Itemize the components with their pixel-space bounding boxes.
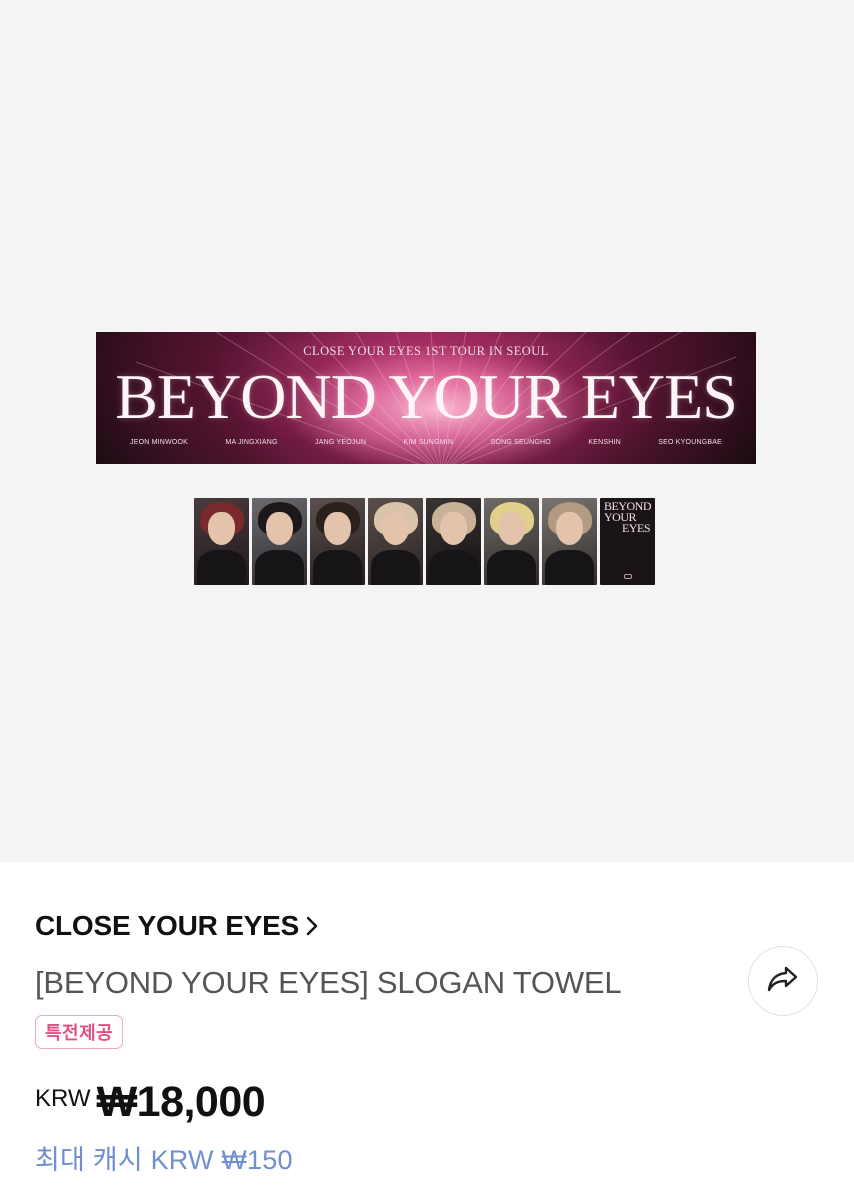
share-button[interactable] [748, 946, 818, 1016]
photocard-outfit [371, 550, 420, 585]
price-amount: ₩18,000 [96, 1078, 266, 1126]
photocard [426, 498, 481, 585]
member-name: JANG YEOJUN [315, 439, 367, 446]
cash-reward: 최대 캐시 KRW ₩150 [35, 1145, 293, 1175]
photocard [484, 498, 539, 585]
photocard-face [208, 512, 235, 545]
slogan-towel-image: CLOSE YOUR EYES 1ST TOUR IN SEOUL BEYOND… [96, 332, 756, 464]
towel-subtitle: CLOSE YOUR EYES 1ST TOUR IN SEOUL [303, 344, 549, 358]
towel-member-names: JEON MINWOOK MA JINGXIANG JANG YEOJUN KI… [130, 439, 722, 446]
photocard-face [498, 512, 525, 545]
photocard-face [266, 512, 293, 545]
photocard-face [324, 512, 351, 545]
benefit-badge: 특전제공 [35, 1015, 124, 1049]
member-name: SEO KYOUNGBAE [658, 439, 722, 446]
cover-text: EYES [622, 521, 651, 535]
photocard [252, 498, 307, 585]
photocard-set: BEYOND YOUR EYES [194, 498, 655, 585]
photocard [310, 498, 365, 585]
photocard [542, 498, 597, 585]
price-currency: KRW [35, 1085, 91, 1112]
member-name: JEON MINWOOK [130, 439, 189, 446]
photocard [368, 498, 423, 585]
cover-logo-icon [624, 574, 632, 579]
member-name: SONG SEUNGHO [490, 439, 551, 446]
brand-link[interactable]: CLOSE YOUR EYES [35, 910, 319, 942]
member-name: KENSHIN [588, 439, 621, 446]
photocard-outfit [313, 550, 362, 585]
photocard-outfit [197, 550, 246, 585]
chevron-right-icon [305, 914, 319, 938]
photocard-outfit [487, 550, 536, 585]
photocard-face [556, 512, 583, 545]
member-name: MA JINGXIANG [225, 439, 278, 446]
photocard-outfit [255, 550, 304, 585]
photocard-face [382, 512, 409, 545]
photocard-outfit [429, 550, 478, 585]
product-image-area[interactable]: CLOSE YOUR EYES 1ST TOUR IN SEOUL BEYOND… [0, 0, 854, 862]
price: KRW ₩18,000 [35, 1078, 266, 1127]
photocard-cover: BEYOND YOUR EYES [600, 498, 655, 585]
photocard-outfit [545, 550, 594, 585]
photocard [194, 498, 249, 585]
towel-title: BEYOND YOUR EYES [115, 361, 738, 432]
photocard-face [440, 512, 467, 545]
member-name: KIM SUNGMIN [403, 439, 454, 446]
brand-name: CLOSE YOUR EYES [35, 910, 300, 941]
share-arrow-icon [765, 963, 801, 1000]
product-title: [BEYOND YOUR EYES] SLOGAN TOWEL [35, 965, 622, 1000]
